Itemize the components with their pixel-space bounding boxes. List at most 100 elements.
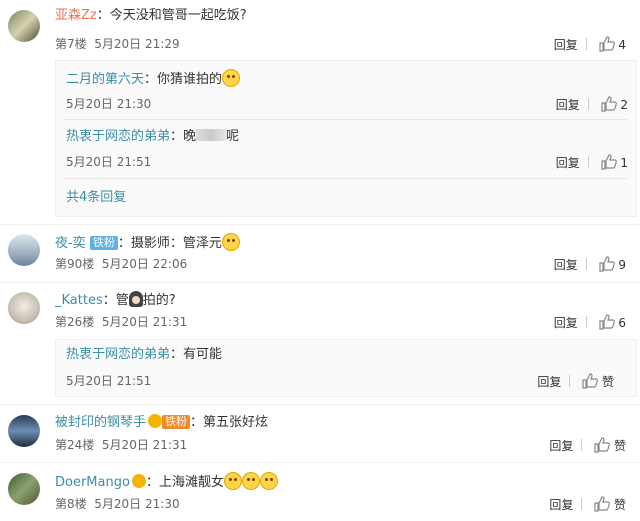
username[interactable]: DoerMango [55,475,130,490]
comment-text: ：管 [102,293,129,308]
comment-item: 被封印的钢琴手 铁粉 ：第五张好炫 第24楼 5月20日 21:31 回复 赞 [0,405,640,463]
username[interactable]: 热衷于网恋的弟弟 [66,347,170,362]
reply-button[interactable]: 回复 [537,375,561,389]
comment-meta: 第7楼 5月20日 21:29 [55,36,180,52]
username[interactable]: 被封印的钢琴手 [55,415,146,430]
thumb-up-icon [600,96,617,112]
like-count: 2 [620,98,628,112]
floor-number: 第26楼 [55,315,95,329]
avatar[interactable] [8,10,40,42]
like-button[interactable]: 赞 [582,373,614,389]
more-replies-link[interactable]: 共4条回复 [66,190,126,206]
like-count: 赞 [601,375,614,389]
timestamp: 5月20日 21:30 [66,97,152,111]
reply-actions: 回复 2 [556,96,628,113]
divider [64,178,628,179]
comment-item: 夜-奕 铁粉 ：摄影师：管泽元 第90楼 5月20日 22:06 回复 9 [0,225,640,283]
vip-icon [148,414,163,428]
reply-line: 热衷于网恋的弟弟：晚 呢 [66,129,239,145]
comment-actions: 回复 赞 [549,437,626,454]
avatar[interactable] [8,292,40,324]
timestamp: 5月20日 21:29 [94,37,180,51]
username[interactable]: _Kattes [55,293,103,308]
reply-line: 二月的第六天：你猜谁拍的 [66,69,241,88]
avatar[interactable] [8,234,40,266]
thumb-up-icon [594,496,611,512]
reply-button[interactable]: 回复 [556,98,580,112]
reply-button[interactable]: 回复 [549,439,573,453]
like-count: 4 [618,38,626,52]
like-count: 6 [618,316,626,330]
floor-number: 第90楼 [55,257,95,271]
comment-meta: 第24楼 5月20日 21:31 [55,437,187,453]
floor-number: 第24楼 [55,438,95,452]
reply-line: 热衷于网恋的弟弟：有可能 [66,347,222,363]
reply-meta: 5月20日 21:51 [66,154,151,170]
floor-number: 第7楼 [55,37,87,51]
floor-number: 第8楼 [55,497,87,511]
divider [585,258,587,270]
username[interactable]: 热衷于网恋的弟弟 [66,129,170,144]
like-button[interactable]: 4 [598,36,626,52]
comment-text: ：第五张好炫 [190,415,269,430]
reply-button[interactable]: 回复 [554,38,578,52]
comment-text: ：今天没和管哥一起吃饭? [96,8,247,23]
timestamp: 5月20日 21:30 [94,497,180,511]
smiley-face-icon [241,472,260,490]
timestamp: 5月20日 21:31 [101,438,188,452]
smiley-face-icon [221,233,240,251]
thumb-up-icon [582,373,599,389]
reply-button[interactable]: 回复 [554,316,578,330]
timestamp: 5月20日 21:51 [66,155,152,169]
fan-badge: 铁粉 [162,415,191,429]
comment-item: _Kattes：管 拍的? 第26楼 5月20日 21:31 回复 6 热衷于网恋… [0,283,640,405]
smiley-face-icon [222,69,241,87]
reply-meta: 5月20日 21:30 [66,96,151,112]
comment-line: 被封印的钢琴手 铁粉 ：第五张好炫 [55,414,268,431]
reply-text: ：晚 [170,129,197,144]
vip-icon [131,474,146,488]
like-button[interactable]: 1 [600,154,628,170]
divider [585,316,587,328]
avatar[interactable] [8,415,40,447]
like-button[interactable]: 6 [598,314,626,330]
thumb-up-icon [598,36,615,52]
divider [581,439,583,451]
like-button[interactable]: 2 [600,96,628,112]
timestamp: 5月20日 21:51 [66,374,152,388]
comment-item: DoerMango ：上海滩靓女 第8楼 5月20日 21:30 回复 赞 [0,463,640,521]
username[interactable]: 二月的第六天 [66,72,144,87]
like-count: 赞 [613,439,626,453]
reply-button[interactable]: 回复 [554,258,578,272]
comment-meta: 第90楼 5月20日 22:06 [55,256,187,272]
username[interactable]: 亚森Zz [55,8,97,23]
divider [587,156,589,168]
thumb-up-icon [598,256,615,272]
comment-actions: 回复 赞 [549,496,626,513]
timestamp: 5月20日 21:31 [101,315,188,329]
reply-box: 二月的第六天：你猜谁拍的 5月20日 21:30 回复 2 热衷于网恋的弟弟：晚… [55,60,637,217]
reply-box: 热衷于网恋的弟弟：有可能 5月20日 21:51 回复 赞 [55,339,637,397]
comment-actions: 回复 6 [554,314,626,331]
smiley-face-icon [259,472,278,490]
comment-text: 拍的? [142,293,176,308]
divider [581,498,583,510]
reply-actions: 回复 1 [556,154,628,171]
thumb-up-icon [600,154,617,170]
avatar[interactable] [8,473,40,505]
reply-button[interactable]: 回复 [549,498,573,512]
timestamp: 5月20日 22:06 [101,257,188,271]
reply-text: 呢 [226,129,240,144]
divider [587,98,589,110]
reply-text: ：有可能 [170,347,223,362]
thumb-up-icon [594,437,611,453]
like-button[interactable]: 赞 [594,437,626,453]
reply-button[interactable]: 回复 [556,156,580,170]
divider [64,119,628,120]
reply-meta: 5月20日 21:51 [66,373,151,389]
like-button[interactable]: 9 [598,256,626,272]
like-button[interactable]: 赞 [594,496,626,512]
username[interactable]: 夜-奕 [55,236,86,251]
divider [585,38,587,50]
comment-line: DoerMango ：上海滩靓女 [55,472,278,491]
